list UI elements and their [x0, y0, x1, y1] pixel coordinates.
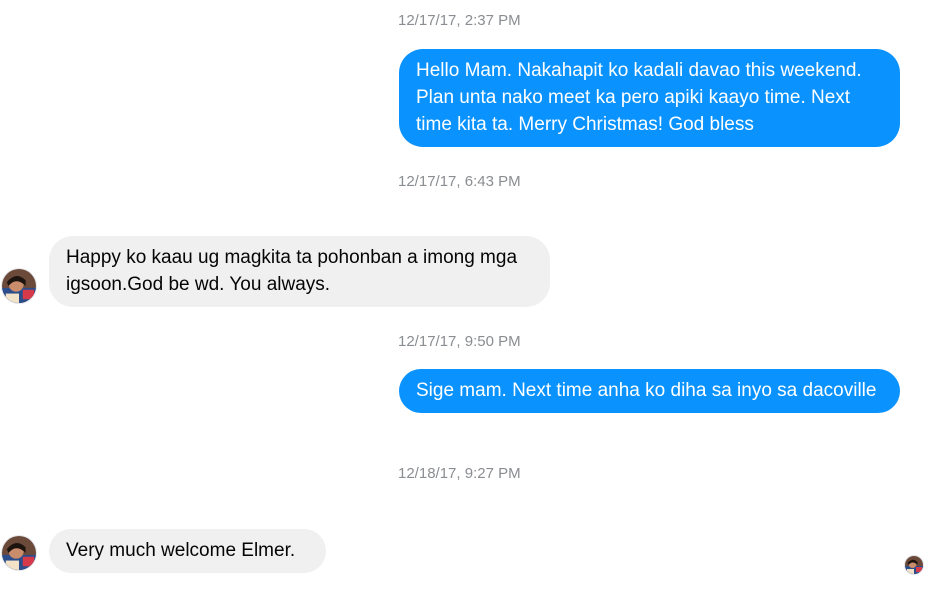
seen-avatar-icon	[904, 555, 924, 575]
contact-avatar-icon[interactable]	[1, 535, 37, 571]
message-timestamp: 12/18/17, 9:27 PM	[398, 465, 521, 482]
message-text: Happy ko kaau ug magkita ta pohonban a i…	[66, 247, 518, 295]
message-text: Hello Mam. Nakahapit ko kadali davao thi…	[416, 60, 862, 135]
message-text: Very much welcome Elmer.	[66, 540, 296, 561]
outgoing-message-bubble[interactable]: Sige mam. Next time anha ko diha sa inyo…	[399, 369, 900, 413]
contact-avatar-icon[interactable]	[1, 268, 37, 304]
message-timestamp: 12/17/17, 9:50 PM	[398, 333, 521, 350]
message-text: Sige mam. Next time anha ko diha sa inyo…	[416, 380, 877, 401]
incoming-message-bubble[interactable]: Happy ko kaau ug magkita ta pohonban a i…	[49, 236, 550, 307]
message-timestamp: 12/17/17, 6:43 PM	[398, 173, 521, 190]
incoming-message-bubble[interactable]: Very much welcome Elmer.	[49, 529, 326, 573]
outgoing-message-bubble[interactable]: Hello Mam. Nakahapit ko kadali davao thi…	[399, 49, 900, 147]
message-timestamp: 12/17/17, 2:37 PM	[398, 12, 521, 29]
